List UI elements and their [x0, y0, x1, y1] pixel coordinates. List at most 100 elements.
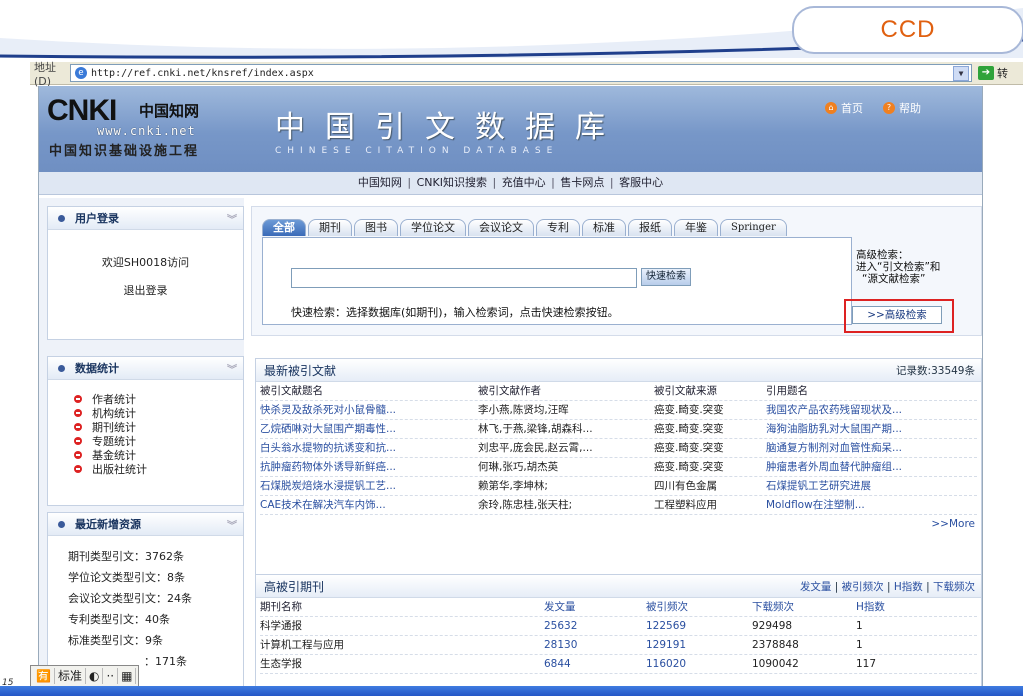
- column-header[interactable]: 发文量: [544, 598, 646, 616]
- advanced-desc-line: “源文献检索”: [862, 273, 926, 285]
- download-count: 1090042: [752, 658, 799, 670]
- citing-title-link[interactable]: Moldflow在注塑制...: [766, 496, 976, 514]
- citing-title-link[interactable]: 海狗油脂肪乳对大鼠围产期...: [766, 420, 976, 438]
- advanced-search-description: 高级检索： 进入“引文检索”和 “源文献检索”: [856, 249, 980, 285]
- column-header[interactable]: H指数: [856, 598, 936, 616]
- sort-by-downloads[interactable]: 下载频次: [933, 581, 975, 593]
- logout-link[interactable]: 退出登录: [48, 282, 243, 298]
- home-label: 首页: [841, 102, 863, 115]
- arrow-icon: [74, 409, 82, 417]
- advanced-desc-line: 高级检索：: [856, 249, 909, 261]
- recent-cited-panel: 最新被引文献 记录数:33549条 被引文献题名 被引文献作者 被引文献来源 引…: [255, 358, 982, 576]
- collapse-icon[interactable]: ︾: [227, 361, 237, 376]
- sort-by-citations[interactable]: 被引频次: [842, 581, 884, 593]
- table-row: 生态学报 6844 116020 1090042 117: [260, 655, 977, 674]
- nav-item-recharge[interactable]: 充值中心: [502, 176, 546, 189]
- search-hint: 快速检索：选择数据库(如期刊)，输入检索词，点击快速检索按钮。: [291, 306, 619, 319]
- bullet-icon: [58, 214, 65, 222]
- stats-header[interactable]: 数据统计 ︾: [48, 357, 243, 380]
- cited-source: 癌变.畸变.突变: [654, 404, 724, 416]
- collapse-icon[interactable]: ︾: [227, 517, 237, 532]
- advanced-search-button[interactable]: >>高级检索: [852, 306, 942, 324]
- sort-by-articles[interactable]: 发文量: [800, 581, 832, 593]
- stat-journal[interactable]: 期刊统计: [74, 420, 243, 434]
- cited-title-link[interactable]: 白头翁水提物的抗诱变和抗...: [260, 439, 478, 457]
- tab-yearbook[interactable]: 年鉴: [674, 219, 718, 236]
- address-field[interactable]: e http://ref.cnki.net/knsref/index.aspx …: [70, 64, 972, 82]
- ime-logo-icon[interactable]: 🈶: [33, 668, 55, 684]
- citing-title-link[interactable]: 肿瘤患者外周血替代肿瘤组...: [766, 458, 976, 476]
- cited-title-link[interactable]: CAE技术在解决汽车内饰...: [260, 496, 478, 514]
- journal-name-link[interactable]: 科学通报: [260, 617, 544, 635]
- advanced-desc-line: 进入“引文检索”和: [856, 261, 941, 273]
- tab-springer[interactable]: Springer: [720, 219, 787, 236]
- stat-institution[interactable]: 机构统计: [74, 406, 243, 420]
- new-resource-item[interactable]: 会议论文类型引文：24条: [68, 588, 243, 609]
- ime-keyboard-icon[interactable]: ▦: [118, 668, 137, 684]
- new-resource-item[interactable]: 专利类型引文：40条: [68, 609, 243, 630]
- address-label: 地址(D): [34, 60, 56, 88]
- article-count: 6844: [544, 658, 571, 670]
- journal-name-link[interactable]: 计算机工程与应用: [260, 636, 544, 654]
- stat-topic[interactable]: 专题统计: [74, 434, 243, 448]
- cited-title-link[interactable]: 乙烷硒啉对大鼠围产期毒性...: [260, 420, 478, 438]
- logo-url-text: www.cnki.net: [97, 124, 196, 138]
- nav-item-service[interactable]: 客服中心: [619, 176, 663, 189]
- sort-by-h-index[interactable]: H指数: [894, 581, 923, 593]
- citing-title-link[interactable]: 我国农产品农药残留现状及...: [766, 401, 976, 419]
- home-link[interactable]: ⌂ 首页: [825, 100, 863, 116]
- address-dropdown-icon[interactable]: ▼: [953, 66, 969, 81]
- cited-title-link[interactable]: 抗肿瘤药物体外诱导新鲜癌...: [260, 458, 478, 476]
- cited-title-link[interactable]: 快杀灵及敌杀死对小鼠骨髓...: [260, 401, 478, 419]
- nav-item-cnki[interactable]: 中国知网: [358, 176, 402, 189]
- collapse-icon[interactable]: ︾: [227, 211, 237, 226]
- tab-conference[interactable]: 会议论文: [468, 219, 534, 236]
- windows-taskbar: [0, 686, 1023, 696]
- help-link[interactable]: ? 帮助: [883, 100, 921, 116]
- article-count: 28130: [544, 639, 578, 651]
- column-header[interactable]: 被引频次: [646, 598, 752, 616]
- ime-mode-label[interactable]: 标准: [55, 668, 86, 684]
- tab-journal[interactable]: 期刊: [308, 219, 352, 236]
- new-resource-item[interactable]: 学位论文类型引文：8条: [68, 567, 243, 588]
- stat-fund[interactable]: 基金统计: [74, 448, 243, 462]
- ccd-badge-text: CCD: [880, 16, 936, 43]
- new-resource-item[interactable]: 期刊类型引文：3762条: [68, 546, 243, 567]
- tab-book[interactable]: 图书: [354, 219, 398, 236]
- cited-authors: 林飞,于燕,梁锋,胡森科...: [478, 423, 593, 435]
- help-icon: ?: [883, 102, 895, 114]
- database-tabs: 全部 期刊 图书 学位论文 会议论文 专利 标准 报纸 年鉴 Springer: [262, 219, 789, 236]
- citing-title-link[interactable]: 石煤提钒工艺研究进展: [766, 477, 976, 495]
- ime-punct-icon[interactable]: ··: [103, 668, 119, 684]
- stat-publisher[interactable]: 出版社统计: [74, 462, 243, 476]
- help-label: 帮助: [899, 102, 921, 115]
- new-resources-header[interactable]: 最近新增资源 ︾: [48, 513, 243, 536]
- journal-name-link[interactable]: 生态学报: [260, 655, 544, 673]
- nav-item-card-outlets[interactable]: 售卡网点: [560, 176, 604, 189]
- download-count: 2378848: [752, 639, 799, 651]
- quick-search-button[interactable]: 快速检索: [641, 268, 691, 286]
- tab-newspaper[interactable]: 报纸: [628, 219, 672, 236]
- column-header[interactable]: 下载频次: [752, 598, 856, 616]
- new-resource-item[interactable]: 标准类型引文：9条: [68, 630, 243, 651]
- home-icon: ⌂: [825, 102, 837, 114]
- cited-source: 癌变.畸变.突变: [654, 461, 724, 473]
- stat-author[interactable]: 作者统计: [74, 392, 243, 406]
- ime-moon-icon[interactable]: ◐: [86, 668, 104, 684]
- tab-patent[interactable]: 专利: [536, 219, 580, 236]
- go-arrow-icon[interactable]: ➔: [978, 66, 994, 80]
- search-input[interactable]: [291, 268, 637, 288]
- nav-item-search[interactable]: CNKI知识搜索: [417, 176, 487, 189]
- cnki-logo[interactable]: CNKI 中国知网 www.cnki.net 中国知识基础设施工程: [47, 94, 237, 159]
- go-button-label[interactable]: 转: [997, 65, 1008, 81]
- tab-standard[interactable]: 标准: [582, 219, 626, 236]
- cited-title-link[interactable]: 石煤脱炭焙烧水浸提钒工艺...: [260, 477, 478, 495]
- citation-count: 122569: [646, 620, 687, 632]
- tab-thesis[interactable]: 学位论文: [400, 219, 466, 236]
- tab-all[interactable]: 全部: [262, 219, 306, 236]
- login-header[interactable]: 用户登录 ︾: [48, 207, 243, 230]
- top-journals-panel: 高被引期刊 发文量 | 被引频次 | H指数 | 下载频次 期刊名称 发文量 被…: [255, 574, 982, 696]
- citing-title-link[interactable]: 脑通复方制剂对血管性痴呆...: [766, 439, 976, 457]
- table-row: 快杀灵及敌杀死对小鼠骨髓... 李小燕,陈贤均,汪晖 癌变.畸变.突变 我国农产…: [260, 401, 977, 420]
- more-link[interactable]: >>More: [256, 515, 981, 533]
